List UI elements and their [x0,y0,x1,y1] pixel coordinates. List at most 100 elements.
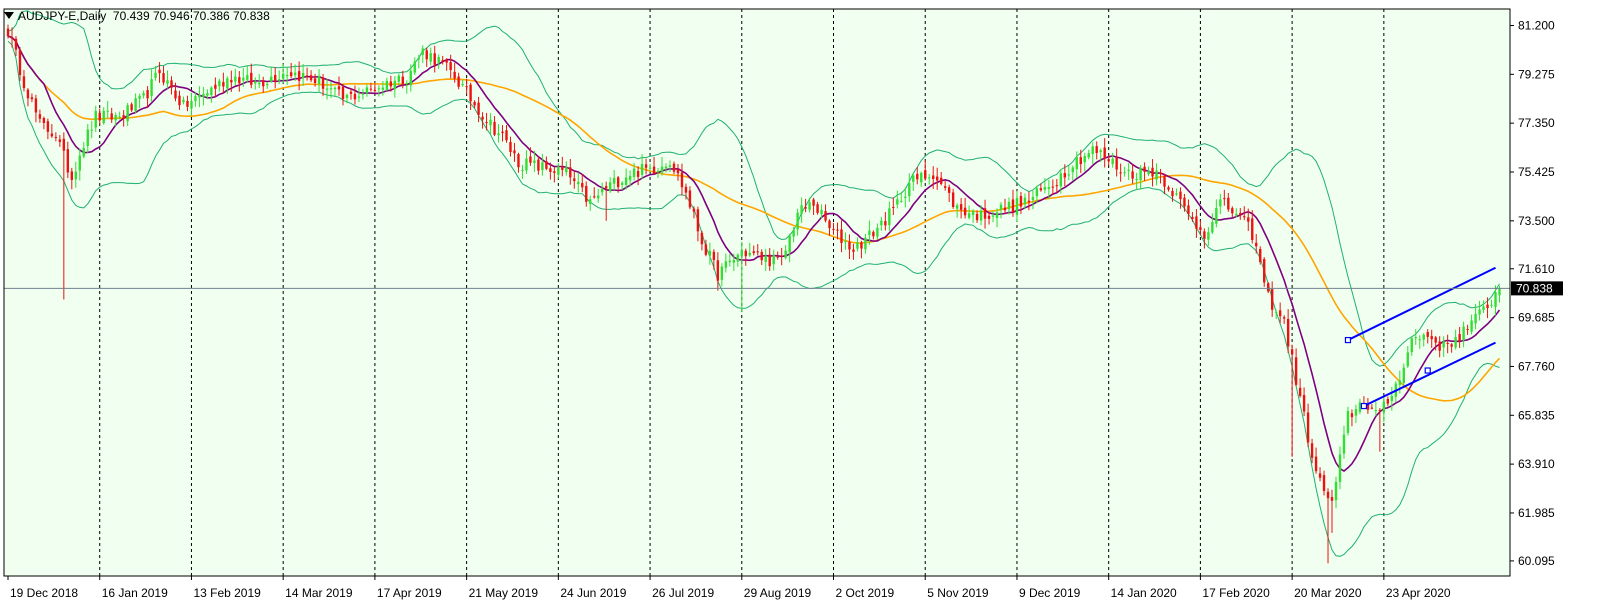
candle-body [1370,407,1374,409]
candle-body [577,181,580,185]
candle-body [1039,188,1043,191]
candle-body [768,254,771,267]
candle-body [963,207,967,216]
x-tick-label: 9 Dec 2019 [1019,586,1081,600]
candle-body [453,71,456,79]
candle-body [150,79,153,97]
candle-body [142,93,145,96]
channel-anchor-point [1344,336,1352,344]
candle-body [289,72,293,77]
candle-body [377,88,381,90]
candle-body [716,260,720,281]
x-tick-label: 13 Feb 2019 [193,586,261,600]
candle-body [1350,413,1354,418]
candle-body [521,169,524,171]
candle-body [820,209,823,215]
candle-body [1334,481,1338,501]
candle-body [90,129,93,131]
candle-body [529,156,532,163]
candle-body [660,166,664,173]
candle-body [920,172,923,183]
candle-body [1406,352,1409,367]
candle-body [1326,491,1330,499]
candle-body [764,255,767,262]
x-tick-label: 26 Jul 2019 [652,586,714,600]
candle-body [234,76,237,82]
candle-body [1410,338,1413,353]
x-tick-label: 19 Dec 2018 [10,586,78,600]
candle-body [218,80,221,87]
current-price-label: 70.838 [1516,281,1553,295]
candle-body [664,166,668,169]
candle-body [585,185,588,202]
candle-body [309,75,313,81]
candle-body [1255,242,1258,247]
price-chart[interactable]: 19 Dec 2018 16 Jan 2019 13 Feb 2019 14 Mar … [0,0,1606,612]
x-tick-label: 17 Apr 2019 [377,586,442,600]
candle-body [1390,395,1394,401]
candle-body [421,48,424,55]
candle-body [947,187,951,193]
candle-body [648,167,652,169]
candle-body [804,207,807,209]
candle-body [967,213,971,218]
candle-body [904,196,907,198]
candle-body [154,72,157,78]
candle-body [955,205,959,209]
candle-body [533,160,536,163]
candle-body [1031,197,1035,201]
candle-body [6,28,10,37]
candle-body [42,117,46,124]
candle-body [1187,205,1190,215]
candle-body [724,261,728,268]
y-tick-label: 71.610 [1518,262,1555,276]
y-tick-label: 67.760 [1518,359,1555,373]
y-tick-label: 77.350 [1518,116,1555,130]
candle-body [345,94,349,98]
candle-body [844,241,847,243]
candle-body [66,149,70,173]
candle-body [1310,443,1314,458]
candle-body [1071,167,1074,173]
candle-body [385,81,389,90]
candle-body [1358,402,1362,412]
candle-body [182,99,185,103]
candle-body [1263,259,1266,283]
candle-body [732,259,736,263]
candle-body [549,168,552,172]
y-tick-label: 69.685 [1518,311,1555,325]
candle-body [1274,311,1278,313]
candle-body [417,57,420,60]
candle-body [1171,190,1174,197]
candle-body [1298,387,1302,396]
candle-body [146,90,149,99]
candle-body [54,136,58,138]
candle-body [1354,409,1358,416]
chart-window[interactable]: 19 Dec 2018 16 Jan 2019 13 Feb 2019 14 Mar … [0,0,1606,612]
candle-body [78,155,81,171]
candle-body [656,170,660,172]
candle-body [1111,158,1114,165]
candle-body [1227,197,1230,210]
candle-body [620,182,624,185]
ohlc-values: 70.439 70.946 70.386 70.838 [112,9,270,23]
candle-body [441,60,444,62]
chart-header: AUDJPY-E,Daily 70.439 70.946 70.386 70.8… [4,9,270,23]
candle-body [281,73,285,79]
candle-body [628,175,632,181]
candle-body [1494,292,1497,307]
candle-body [1131,171,1134,179]
candle-body [884,221,887,226]
candle-body [1059,173,1063,187]
candle-body [1011,199,1015,213]
y-tick-label: 73.500 [1518,214,1555,228]
chart-menu-triangle-icon[interactable] [4,12,14,19]
candle-body [1019,196,1023,207]
candle-body [740,250,743,256]
candle-body [277,79,281,81]
candle-body [979,210,983,221]
candle-body [74,171,77,180]
candle-body [1087,153,1090,158]
candle-body [214,84,217,89]
candle-body [457,76,460,87]
